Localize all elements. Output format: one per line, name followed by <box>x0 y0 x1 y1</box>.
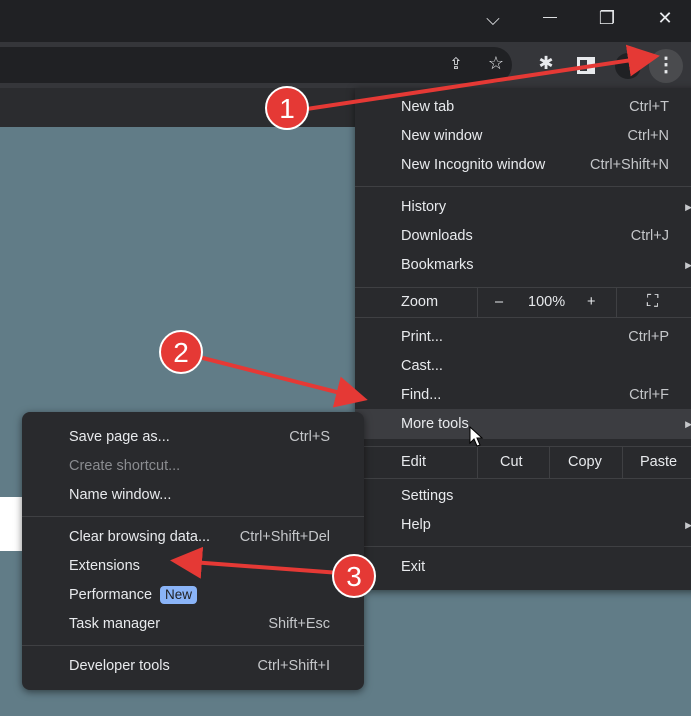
step-number-1: 1 <box>279 93 295 124</box>
annotation-arrow-2 <box>194 354 368 408</box>
annotation-arrow-1 <box>299 44 660 112</box>
annotation-overlay: 1 2 3 <box>159 44 660 598</box>
step-number-2: 2 <box>173 337 189 368</box>
annotation-arrow-3 <box>170 546 341 579</box>
step-number-3: 3 <box>346 561 362 592</box>
mouse-cursor-icon <box>469 425 484 447</box>
